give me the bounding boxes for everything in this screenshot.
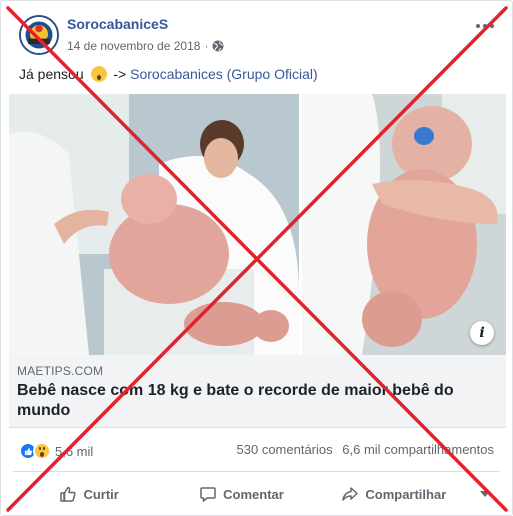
page-logo-icon: [21, 17, 57, 53]
page-name-link[interactable]: SorocabaniceS: [67, 16, 168, 32]
photo-nurse-holding-baby: i: [302, 94, 506, 355]
info-icon[interactable]: i: [470, 321, 494, 345]
post-date[interactable]: 14 de novembro de 2018: [67, 39, 200, 53]
comment-bubble-icon: [200, 487, 216, 502]
facebook-post-card: SorocabaniceS 14 de novembro de 2018 · J…: [0, 0, 513, 516]
share-arrow-icon: [342, 487, 359, 501]
post-header: SorocabaniceS 14 de novembro de 2018 ·: [19, 14, 502, 58]
post-text-arrow: ->: [113, 66, 127, 82]
globe-icon[interactable]: [212, 40, 224, 52]
post-stats: 5,6 mil 530 comentários 6,6 mil comparti…: [19, 442, 494, 462]
like-button[interactable]: Curtir: [13, 478, 165, 510]
shared-link-image[interactable]: i: [9, 94, 506, 355]
post-text-intro: Já pensou: [19, 66, 84, 82]
like-button-label: Curtir: [83, 486, 119, 502]
share-options-chevron-down-icon[interactable]: [470, 491, 500, 497]
more-options-icon[interactable]: [474, 18, 496, 34]
post-actions-bar: Curtir Comentar Compartilhar: [13, 476, 500, 512]
engagement-counts: 530 comentários 6,6 mil compartilhamento…: [237, 442, 494, 457]
astonished-face-emoji-icon: [90, 66, 107, 82]
page-avatar[interactable]: [19, 15, 59, 55]
actions-divider: [13, 471, 500, 472]
share-button-label: Compartilhar: [365, 486, 447, 502]
share-button[interactable]: Compartilhar: [318, 478, 470, 510]
comment-button[interactable]: Comentar: [165, 478, 317, 510]
comments-count-link[interactable]: 530 comentários: [237, 442, 333, 457]
link-preview[interactable]: MAETIPS.COM Bebê nasce com 18 kg e bate …: [9, 355, 506, 428]
reactions-summary[interactable]: 5,6 mil: [19, 442, 93, 460]
reaction-count: 5,6 mil: [55, 443, 94, 459]
shares-count-link[interactable]: 6,6 mil compartilhamentos: [342, 442, 494, 457]
photo-nurse-weighing-baby: [9, 94, 299, 355]
thumbs-up-icon: [60, 486, 77, 502]
wow-reaction-icon: [33, 442, 51, 460]
link-domain: MAETIPS.COM: [17, 364, 104, 378]
post-text: Já pensou -> Sorocabanices (Grupo Oficia…: [19, 66, 318, 82]
comment-button-label: Comentar: [223, 486, 284, 502]
group-link[interactable]: Sorocabanices (Grupo Oficial): [130, 66, 318, 82]
post-meta: 14 de novembro de 2018 ·: [67, 39, 224, 53]
link-headline[interactable]: Bebê nasce com 18 kg e bate o recorde de…: [17, 381, 487, 421]
